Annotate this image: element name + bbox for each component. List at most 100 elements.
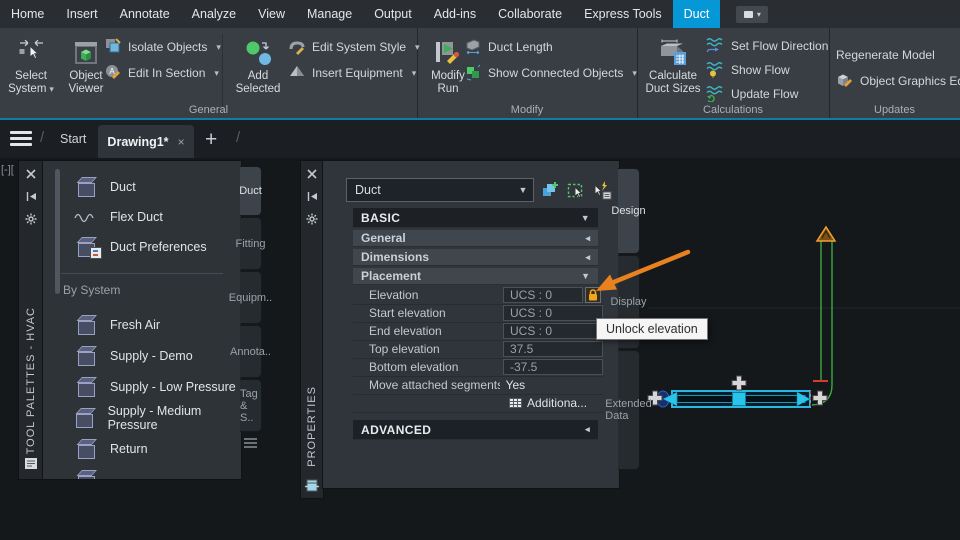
- properties-titlebar[interactable]: PROPERTIES: [300, 160, 324, 499]
- palette-window-icon[interactable]: [301, 479, 323, 492]
- grip-plus-mid[interactable]: [731, 375, 747, 391]
- tab-drawing1[interactable]: Drawing1* ×: [98, 125, 194, 158]
- close-icon[interactable]: [301, 169, 323, 179]
- palette-item-return[interactable]: Return: [73, 435, 148, 463]
- section-general[interactable]: General ◂: [353, 230, 598, 247]
- close-icon[interactable]: ×: [178, 135, 185, 149]
- select-objects-icon[interactable]: [565, 179, 587, 201]
- palette-tab-overflow[interactable]: [244, 438, 257, 448]
- hamburger-menu-icon[interactable]: [10, 131, 32, 146]
- close-icon[interactable]: [19, 169, 43, 179]
- tab-analyze[interactable]: Analyze: [181, 0, 247, 28]
- lock-icon: [589, 289, 597, 301]
- tab-view[interactable]: View: [247, 0, 296, 28]
- set-flow-direction-button[interactable]: Set Flow Direction: [705, 35, 828, 57]
- panel-general: Select System ▾ Object Viewer Isolate Obj…: [0, 28, 420, 118]
- tab-addins[interactable]: Add-ins: [423, 0, 487, 28]
- palette-tab-tag-schedule[interactable]: Tag & S..: [240, 379, 262, 432]
- show-flow-button[interactable]: Show Flow: [705, 59, 790, 81]
- show-connected-objects-button[interactable]: Show Connected Objects ▾: [464, 62, 637, 84]
- tab-duct[interactable]: Duct: [672, 0, 721, 28]
- regenerate-model-button[interactable]: Regenerate Model: [836, 44, 935, 66]
- end-elevation-value[interactable]: UCS : 0: [503, 323, 603, 339]
- object-type-select[interactable]: Duct ▼: [346, 178, 534, 202]
- panel-modify: Modify Run Duct Length Show Connected Ob…: [417, 28, 638, 118]
- tab-home[interactable]: Home: [0, 0, 55, 28]
- palette-tab-annotation[interactable]: Annota..: [230, 325, 271, 378]
- tab-express-tools[interactable]: Express Tools: [573, 0, 673, 28]
- palette-item-flex-duct[interactable]: Flex Duct: [73, 203, 163, 231]
- select-system-button[interactable]: Select System ▾: [4, 32, 58, 96]
- section-advanced[interactable]: ADVANCED ◂: [353, 420, 598, 440]
- palette-properties-icon[interactable]: [19, 457, 43, 470]
- properties-tab-design[interactable]: Design: [611, 168, 646, 254]
- scrollbar[interactable]: [55, 169, 60, 294]
- object-graphics-edit-button[interactable]: Object Graphics Edit: [836, 70, 960, 92]
- tool-palette-list: Duct Flex Duct Duct Preferences By Syste…: [42, 160, 242, 480]
- start-elevation-value[interactable]: UCS : 0: [503, 305, 603, 321]
- gear-icon[interactable]: [301, 213, 323, 225]
- vertical-duct[interactable]: [811, 225, 837, 406]
- section-basic[interactable]: BASIC ▼: [353, 208, 598, 228]
- chevron-down-icon: ▾: [49, 84, 54, 94]
- palette-item-duct[interactable]: Duct: [73, 173, 136, 201]
- palette-item-supply-medium-pressure[interactable]: Supply - Medium Pressure: [73, 404, 241, 432]
- palette-item-partial[interactable]: [73, 466, 99, 479]
- tab-insert[interactable]: Insert: [55, 0, 108, 28]
- tab-output[interactable]: Output: [363, 0, 423, 28]
- tool-palette-tabs: Duct Fitting Equipm.. Annota.. Tag & S..: [229, 160, 272, 478]
- palette-tab-equipment[interactable]: Equipm..: [229, 271, 272, 324]
- palette-item-supply-low-pressure[interactable]: Supply - Low Pressure: [73, 373, 236, 401]
- additional-properties-button[interactable]: Additiona...: [503, 396, 587, 410]
- gear-icon[interactable]: [19, 213, 43, 225]
- elevation-value[interactable]: UCS : 0: [503, 287, 583, 303]
- file-tab-bar: / Start Drawing1* × + /: [0, 120, 960, 158]
- panel-label-updates: Updates: [874, 104, 915, 116]
- tab-collaborate[interactable]: Collaborate: [487, 0, 573, 28]
- edit-in-section-button[interactable]: A Edit In Section ▾: [104, 62, 219, 84]
- edit-system-style-button[interactable]: Edit System Style ▾: [288, 36, 420, 58]
- palette-item-supply-demo[interactable]: Supply - Demo: [73, 342, 193, 370]
- isolate-objects-button[interactable]: Isolate Objects ▾: [104, 36, 221, 58]
- palette-item-fresh-air[interactable]: Fresh Air: [73, 311, 160, 339]
- section-placement[interactable]: Placement ▼: [353, 268, 598, 285]
- edit-in-section-icon: A: [104, 63, 122, 84]
- toggle-pickadd-icon[interactable]: [539, 179, 561, 201]
- duct-length-button[interactable]: Duct Length: [464, 36, 553, 58]
- top-elevation-value[interactable]: 37.5: [503, 341, 603, 357]
- calculate-duct-sizes-button[interactable]: Calculate Duct Sizes: [642, 32, 704, 96]
- auto-hide-icon[interactable]: [301, 191, 323, 202]
- move-attached-segments-value[interactable]: Yes: [500, 378, 603, 392]
- object-graphics-edit-icon: [836, 71, 854, 92]
- palette-tab-fitting[interactable]: Fitting: [236, 217, 265, 270]
- tab-manage[interactable]: Manage: [296, 0, 363, 28]
- duct-icon: [73, 470, 99, 479]
- row-bottom-elevation: Bottom elevation -37.5: [353, 358, 603, 377]
- panel-label-general: General: [188, 104, 229, 116]
- tab-annotate[interactable]: Annotate: [109, 0, 181, 28]
- panel-label-calculations: Calculations: [703, 104, 763, 116]
- add-selected-button[interactable]: Add Selected: [230, 32, 286, 96]
- grip-square-mid[interactable]: [732, 392, 746, 406]
- duct-icon: [73, 439, 99, 459]
- row-additional: Additiona...: [353, 394, 603, 413]
- tool-palettes-titlebar[interactable]: TOOL PALETTES - HVAC: [18, 160, 44, 480]
- new-tab-button[interactable]: +: [205, 125, 217, 155]
- palette-item-duct-preferences[interactable]: Duct Preferences: [73, 233, 207, 261]
- chevron-down-icon: ▾: [756, 9, 761, 19]
- properties-tab-extended-data[interactable]: Extended Data: [605, 350, 652, 470]
- panel-calculations: Calculate Duct Sizes Set Flow Direction …: [637, 28, 830, 118]
- tab-start[interactable]: Start: [52, 120, 94, 158]
- duct-icon: [73, 177, 99, 197]
- palette-tab-duct[interactable]: Duct: [239, 166, 262, 216]
- ribbon-display-toggle[interactable]: ▾: [736, 5, 769, 23]
- update-flow-button[interactable]: Update Flow: [705, 83, 798, 105]
- grip-plus-right[interactable]: [812, 390, 828, 406]
- insert-equipment-button[interactable]: Insert Equipment ▾: [288, 62, 416, 84]
- chevron-left-icon: ◂: [585, 232, 590, 243]
- bottom-elevation-value[interactable]: -37.5: [503, 359, 603, 375]
- auto-hide-icon[interactable]: [19, 191, 43, 202]
- section-dimensions[interactable]: Dimensions ◂: [353, 249, 598, 266]
- quick-select-icon[interactable]: [591, 179, 613, 201]
- elevation-lock-button[interactable]: [585, 287, 601, 303]
